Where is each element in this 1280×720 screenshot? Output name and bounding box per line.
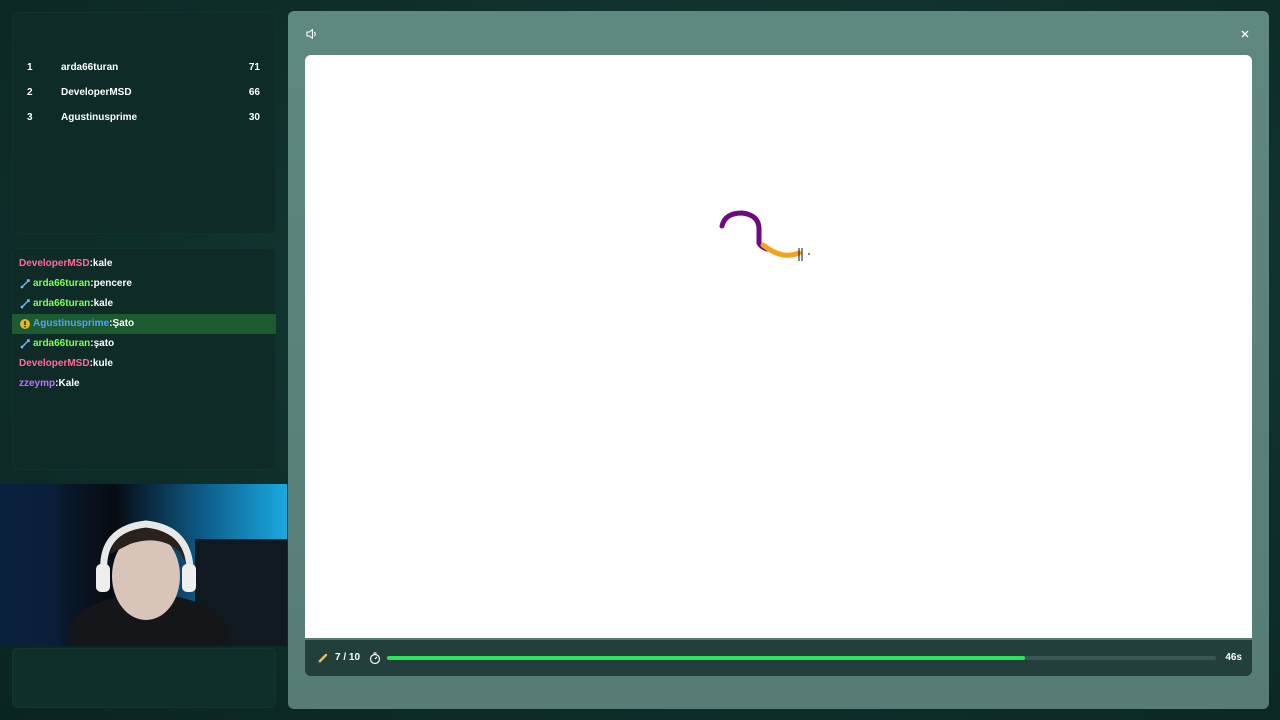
leaderboard-score: 66 (248, 87, 260, 98)
pencil-icon (316, 651, 330, 665)
chat-username: DeveloperMSD (19, 358, 90, 369)
sword-icon (20, 279, 30, 289)
chat-panel: DeveloperMSD:kale arda66turan:pencere ar… (12, 248, 276, 470)
alert-icon (20, 319, 30, 329)
time-remaining: 46s (1225, 652, 1242, 663)
sword-icon (20, 299, 30, 309)
chat-text: pencere (93, 278, 132, 289)
chat-message: arda66turan:şato (12, 334, 276, 354)
chat-text: şato (93, 338, 115, 349)
chat-message: DeveloperMSD:kale (12, 254, 276, 274)
chat-text: Şato (112, 318, 135, 329)
chat-message: DeveloperMSD:kule (12, 354, 276, 374)
round-counter: 7 / 10 (335, 652, 361, 663)
game-status-bar: 7 / 10 46s (305, 640, 1252, 676)
orange-stroke (760, 242, 802, 258)
leaderboard-player-name: arda66turan (61, 62, 119, 73)
chat-text: Kale (58, 378, 80, 389)
leaderboard-row: 1 arda66turan 71 (12, 58, 276, 78)
chat-message: arda66turan:pencere (12, 274, 276, 294)
bottom-left-panel (12, 648, 276, 708)
timer-progress-track (387, 656, 1216, 660)
chat-message: zzeymp:Kale (12, 374, 276, 394)
chat-text: kale (93, 298, 114, 309)
timer-progress-fill (387, 656, 1026, 660)
chat-username: DeveloperMSD (19, 258, 90, 269)
chat-message: arda66turan:kale (12, 294, 276, 314)
leaderboard-score: 30 (248, 112, 260, 123)
drawing-canvas[interactable] (305, 55, 1252, 638)
close-icon[interactable] (1238, 27, 1252, 41)
chat-username: zzeymp (19, 378, 56, 389)
sword-icon (20, 339, 30, 349)
chat-text: kule (92, 358, 113, 369)
leaderboard-rank: 3 (27, 112, 33, 123)
chat-username: arda66turan (33, 298, 91, 309)
leaderboard-rank: 1 (27, 62, 33, 73)
stopwatch-icon (368, 651, 382, 665)
webcam-image (0, 484, 287, 646)
speaker-icon[interactable] (305, 27, 319, 41)
leaderboard-rank: 2 (27, 87, 33, 98)
leaderboard-row: 3 Agustinusprime 30 (12, 108, 276, 128)
chat-text: kale (92, 258, 113, 269)
chat-message-correct: Agustinusprime:Şato (12, 314, 276, 334)
chat-username: Agustinusprime (33, 318, 110, 329)
drawing-strokes (719, 210, 810, 261)
chat-username: arda66turan (33, 278, 91, 289)
leaderboard-player-name: Agustinusprime (61, 112, 138, 123)
chat-username: arda66turan (33, 338, 91, 349)
leaderboard-panel: 1 arda66turan 71 2 DeveloperMSD 66 3 Agu… (12, 12, 276, 234)
leaderboard-score: 71 (248, 62, 260, 73)
leaderboard-player-name: DeveloperMSD (61, 87, 132, 98)
leaderboard-row: 2 DeveloperMSD 66 (12, 83, 276, 103)
purple-stroke (719, 210, 770, 252)
webcam-feed (0, 484, 287, 646)
